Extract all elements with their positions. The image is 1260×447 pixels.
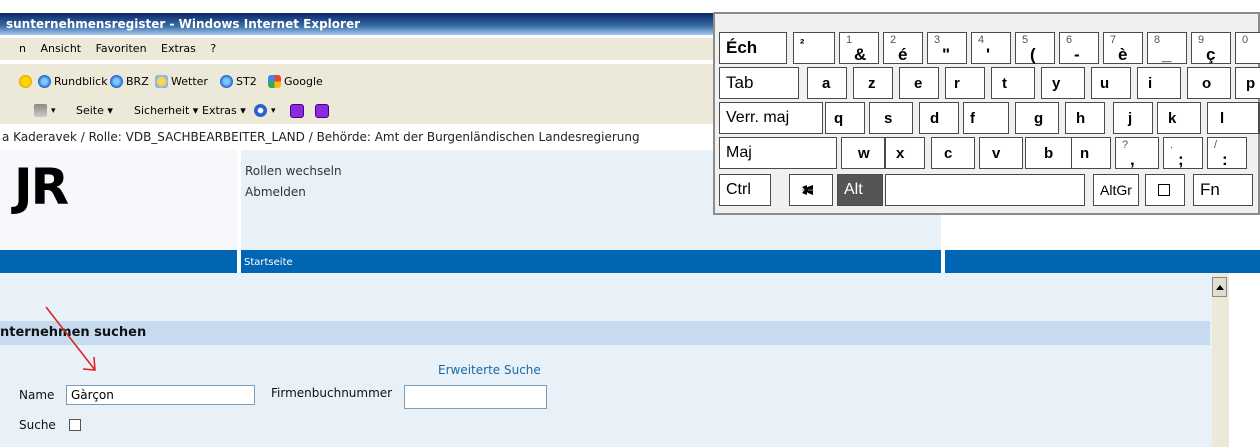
key-shift[interactable]: Maj <box>719 137 837 169</box>
key-altgr[interactable]: AltGr <box>1093 174 1139 206</box>
key-v[interactable]: v <box>979 137 1023 169</box>
key-h[interactable]: h <box>1065 102 1105 134</box>
key-a[interactable]: a <box>807 67 847 99</box>
key-i[interactable]: i <box>1137 67 1181 99</box>
key-fn[interactable]: Fn <box>1193 174 1253 206</box>
key-4[interactable]: 4 ' <box>971 32 1011 64</box>
key-alt[interactable]: Alt <box>837 174 883 206</box>
key-z[interactable]: z <box>853 67 893 99</box>
key-2[interactable]: 2é <box>883 32 923 64</box>
key-superscript-2[interactable]: ² <box>793 32 835 64</box>
key-menu[interactable] <box>1145 174 1185 206</box>
key-6[interactable]: 6- <box>1059 32 1099 64</box>
key-windows[interactable] <box>789 174 833 206</box>
key-p[interactable]: p <box>1235 67 1260 99</box>
screen: sunternehmensregister - Windows Internet… <box>0 0 1260 447</box>
key-9[interactable]: 9ç <box>1191 32 1231 64</box>
key-q[interactable]: q <box>825 102 865 134</box>
key-j[interactable]: j <box>1113 102 1153 134</box>
key-colon[interactable]: /: <box>1207 137 1247 169</box>
key-n[interactable]: n <box>1071 137 1111 169</box>
key-g[interactable]: g <box>1015 102 1059 134</box>
key-w[interactable]: w <box>841 137 885 169</box>
key-semicolon[interactable]: .; <box>1163 137 1203 169</box>
key-caps-lock[interactable]: Verr. maj <box>719 102 823 134</box>
key-u[interactable]: u <box>1091 67 1131 99</box>
key-c[interactable]: c <box>931 137 975 169</box>
key-tab[interactable]: Tab <box>719 67 799 99</box>
key-7[interactable]: 7è <box>1103 32 1143 64</box>
key-y[interactable]: y <box>1041 67 1085 99</box>
key-k[interactable]: k <box>1157 102 1201 134</box>
key-r[interactable]: r <box>945 67 985 99</box>
key-3[interactable]: 3 " <box>927 32 967 64</box>
key-5[interactable]: 5( <box>1015 32 1055 64</box>
menu-icon <box>1158 184 1170 196</box>
key-e[interactable]: e <box>899 67 939 99</box>
key-l[interactable]: l <box>1207 102 1259 134</box>
key-s[interactable]: s <box>869 102 913 134</box>
key-b[interactable]: b <box>1025 137 1073 169</box>
key-1[interactable]: 1 & <box>839 32 879 64</box>
on-screen-keyboard: Éch ² 1 & 2é 3 " 4 ' 5( 6- 7è 8 _ 9ç 0 Tab a… <box>713 12 1260 215</box>
key-comma[interactable]: ?, <box>1115 137 1159 169</box>
key-t[interactable]: t <box>991 67 1035 99</box>
key-space[interactable] <box>885 174 1085 206</box>
key-f[interactable]: f <box>963 102 1009 134</box>
key-esc[interactable]: Éch <box>719 32 787 64</box>
key-d[interactable]: d <box>919 102 959 134</box>
key-ctrl[interactable]: Ctrl <box>719 174 771 206</box>
windows-icon <box>802 185 813 195</box>
key-x[interactable]: x <box>885 137 925 169</box>
key-o[interactable]: o <box>1187 67 1231 99</box>
key-0[interactable]: 0 <box>1235 32 1260 64</box>
key-8[interactable]: 8 _ <box>1147 32 1187 64</box>
